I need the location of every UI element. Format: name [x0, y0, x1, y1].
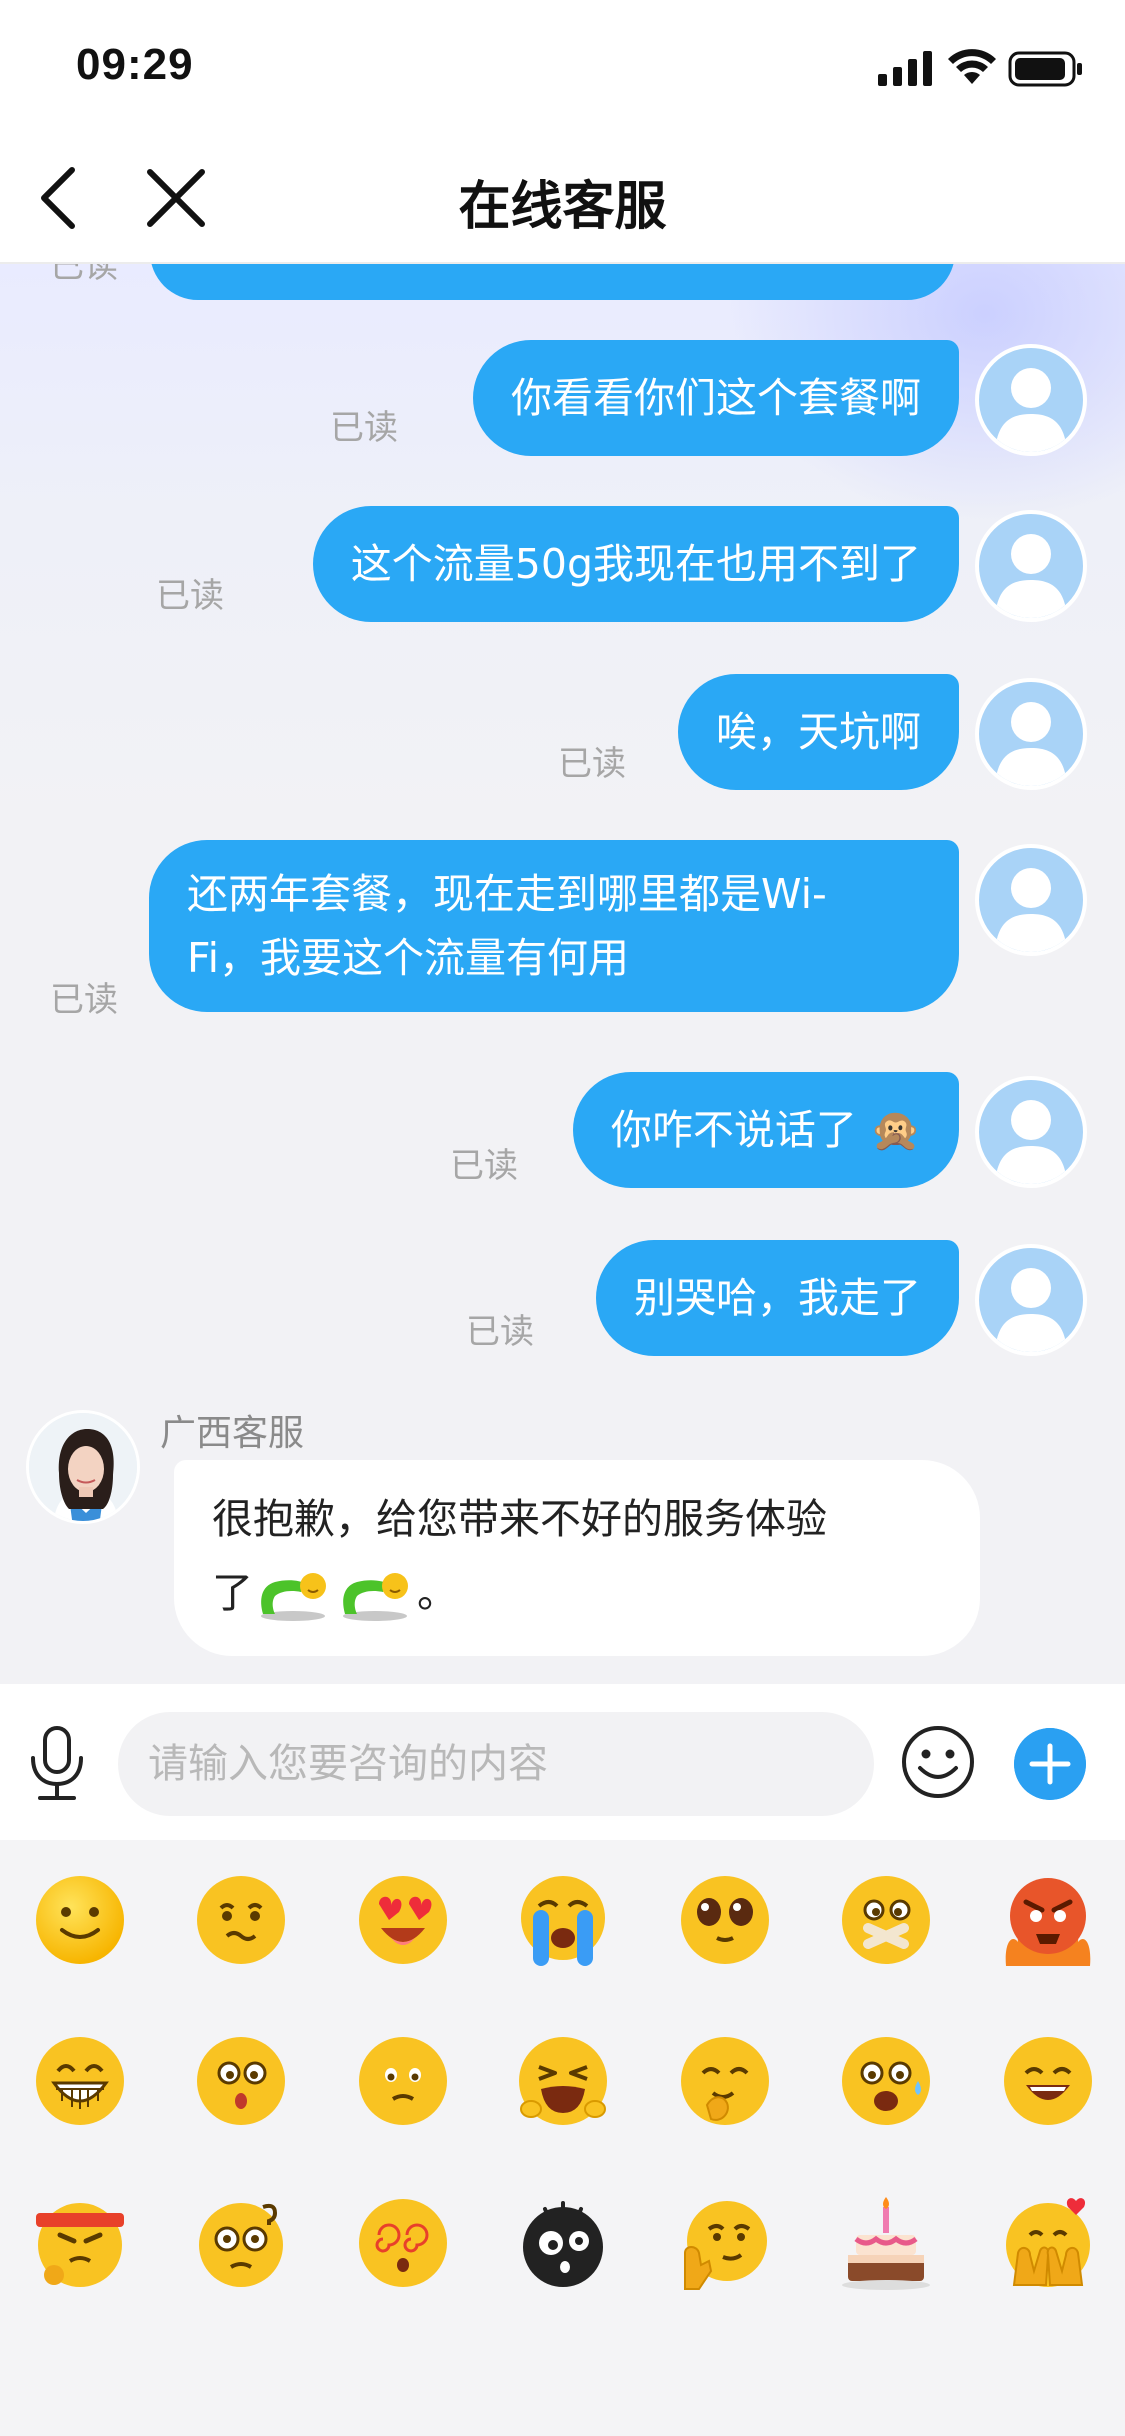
bowing-emoji-icon — [343, 1573, 408, 1621]
message-row: 还两年套餐，现在走到哪里都是Wi- Fi，我要这个流量有何用 已读 — [0, 840, 1125, 1030]
message-bubble[interactable]: 这个流量50g我现在也用不到了 — [312, 506, 959, 622]
message-bubble[interactable]: 别哭哈，我走了 — [596, 1240, 959, 1356]
black-ghost-emoji[interactable] — [515, 2195, 611, 2291]
smile-emoji[interactable] — [32, 1872, 128, 1968]
user-silhouette-icon — [995, 534, 1067, 618]
message-bubble[interactable]: 还两年套餐，现在走到哪里都是Wi- Fi，我要这个流量有何用 — [149, 840, 959, 1012]
add-button[interactable] — [1014, 1728, 1086, 1800]
message-bubble[interactable]: 唉，天坑啊 — [678, 674, 959, 790]
message-text: 你咋不说话了 — [610, 1106, 857, 1154]
nav-bar: 在线客服 — [0, 132, 1125, 264]
microphone-icon[interactable] — [26, 1726, 88, 1802]
user-silhouette-icon — [995, 1100, 1067, 1184]
battery-icon — [1008, 51, 1082, 87]
chat-area[interactable]: 已读 你看看你们这个套餐啊 已读 这个流量50g我现在也用不到了 已读 唉，天坑… — [0, 264, 1125, 1684]
status-time: 09:29 — [76, 40, 194, 89]
crying-emoji[interactable] — [515, 1872, 611, 1968]
message-line: 还两年套餐，现在走到哪里都是Wi- — [187, 870, 827, 918]
agent-message-bubble[interactable]: 很抱歉，给您带来不好的服务体验 了 。 — [174, 1460, 980, 1656]
happy-emoji[interactable] — [1000, 2033, 1096, 2129]
user-silhouette-icon — [995, 702, 1067, 786]
message-line: 很抱歉，给您带来不好的服务体验 — [212, 1495, 827, 1543]
read-status: 已读 — [558, 744, 626, 784]
read-status: 已读 — [330, 408, 398, 448]
angry-fire-emoji[interactable] — [1000, 1872, 1096, 1968]
user-avatar[interactable] — [975, 344, 1087, 456]
dizzy-emoji[interactable] — [355, 2195, 451, 2291]
bowing-emoji-icon — [261, 1573, 326, 1621]
user-avatar[interactable] — [975, 1076, 1087, 1188]
message-line: 了 。 — [212, 1556, 942, 1630]
confused-emoji[interactable] — [193, 2195, 289, 2291]
message-row: 你看看你们这个套餐啊 已读 — [0, 340, 1125, 464]
message-line: Fi，我要这个流量有何用 — [187, 934, 629, 982]
input-bar — [0, 1684, 1125, 1840]
user-silhouette-icon — [995, 368, 1067, 452]
sweat-emoji[interactable] — [838, 2033, 934, 2129]
user-avatar[interactable] — [975, 678, 1087, 790]
shy-eyes-emoji[interactable] — [677, 1872, 773, 1968]
message-input[interactable] — [118, 1712, 874, 1816]
thinking-emoji[interactable] — [677, 2195, 773, 2291]
birthday-cake-emoji[interactable] — [838, 2195, 934, 2291]
message-bubble[interactable]: 你咋不说话了 🙊 — [572, 1072, 959, 1188]
read-status: 已读 — [50, 980, 118, 1020]
heart-eyes-emoji[interactable] — [355, 1872, 451, 1968]
message-bubble-partial[interactable] — [150, 264, 955, 300]
grin-emoji[interactable] — [32, 2033, 128, 2129]
read-status: 已读 — [466, 1312, 534, 1352]
agent-avatar[interactable] — [26, 1410, 140, 1524]
message-row: 这个流量50g我现在也用不到了 已读 — [0, 506, 1125, 630]
user-avatar[interactable] — [975, 844, 1087, 956]
message-text: 了 — [212, 1569, 253, 1617]
wifi-icon — [948, 49, 996, 84]
awkward-emoji[interactable] — [193, 1872, 289, 1968]
user-silhouette-icon — [995, 1268, 1067, 1352]
message-row: 你咋不说话了 🙊 已读 — [0, 1072, 1125, 1196]
agent-portrait-icon — [29, 1413, 137, 1521]
message-row: 唉，天坑啊 已读 — [0, 674, 1125, 798]
signal-icon — [878, 51, 932, 86]
read-status: 已读 — [50, 264, 118, 286]
page-title: 在线客服 — [458, 177, 667, 237]
message-row: 别哭哈，我走了 已读 — [0, 1240, 1125, 1364]
shush-emoji[interactable] — [838, 1872, 934, 1968]
status-bar: 09:29 — [0, 0, 1125, 132]
message-bubble[interactable]: 你看看你们这个套餐啊 — [473, 340, 959, 456]
monkey-emoji-icon: 🙊 — [869, 1106, 921, 1154]
message-text: 。 — [417, 1569, 458, 1617]
cover-face-emoji[interactable] — [1000, 2195, 1096, 2291]
determined-emoji[interactable] — [32, 2195, 128, 2291]
emoji-panel — [0, 1840, 1125, 2436]
user-avatar[interactable] — [975, 510, 1087, 622]
user-silhouette-icon — [995, 868, 1067, 952]
surprised-emoji[interactable] — [193, 2033, 289, 2129]
emoji-button[interactable] — [900, 1724, 976, 1800]
read-status: 已读 — [156, 576, 224, 616]
chuckle-emoji[interactable] — [677, 2033, 773, 2129]
read-status: 已读 — [450, 1146, 518, 1186]
user-avatar[interactable] — [975, 1244, 1087, 1356]
wail-emoji[interactable] — [515, 2033, 611, 2129]
pout-emoji[interactable] — [355, 2033, 451, 2129]
agent-name: 广西客服 — [160, 1413, 305, 1454]
